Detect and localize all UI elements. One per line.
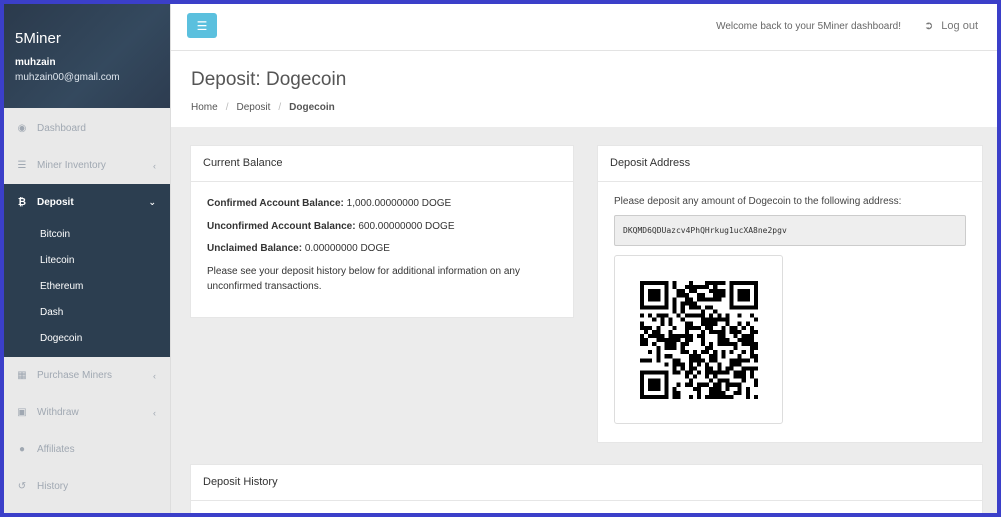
sidebar-item-label: Affiliates [37,444,75,455]
confirmed-balance-label: Confirmed Account Balance: [207,198,344,209]
sidebar-item-dashboard[interactable]: ◉ Dashboard [4,110,170,147]
unconfirmed-balance-label: Unconfirmed Account Balance: [207,220,356,232]
breadcrumb: Home / Deposit / Dogecoin [191,102,335,113]
username: muhzain [15,57,56,68]
sidebar: 5Miner muhzain muhzain00@gmail.com ◉ Das… [4,4,171,513]
submenu-item-dash[interactable]: Dash [4,299,170,325]
breadcrumb-home[interactable]: Home [191,102,218,113]
deposit-address-panel: Deposit Address Please deposit any amoun… [597,145,983,443]
user-email: muhzain00@gmail.com [15,72,120,83]
chevron-down-icon: ⌄ [148,197,156,207]
breadcrumb-separator: / [225,102,229,113]
welcome-message: Welcome back to your 5Miner dashboard! [716,21,901,32]
panel-title: Current Balance [191,146,573,182]
panel-body: Please deposit any amount of Dogecoin to… [598,182,982,438]
sidebar-nav: ◉ Dashboard ☰ Miner Inventory ‹ ₿ Deposi… [4,110,170,505]
list-icon: ☰ [17,160,27,171]
logout-label: Log out [941,19,978,32]
topbar: ☰ Welcome back to your 5Miner dashboard!… [171,4,997,51]
panel-title: Deposit History [191,465,982,501]
panel-title: Deposit Address [598,146,982,182]
current-balance-panel: Current Balance Confirmed Account Balanc… [190,145,574,318]
bitcoin-icon: ₿ [17,197,27,208]
users-icon: ● [18,444,26,455]
page-header: Deposit: Dogecoin Home / Deposit / Dogec… [171,51,997,127]
sidebar-item-purchase-miners[interactable]: ▦ Purchase Miners ‹ [4,357,170,394]
balance-note: Please see your deposit history below fo… [207,265,520,293]
sidebar-item-label: Purchase Miners [37,370,113,381]
table-icon: ▦ [17,370,27,381]
chevron-left-icon: ‹ [153,370,156,381]
deposit-submenu: Bitcoin Litecoin Ethereum Dash Dogecoin [4,221,170,357]
deposit-instruction: Please deposit any amount of Dogecoin to… [614,196,902,207]
sidebar-item-label: Withdraw [37,407,79,418]
breadcrumb-deposit[interactable]: Deposit [236,102,270,113]
unclaimed-balance-label: Unclaimed Balance: [207,243,303,254]
sidebar-item-affiliates[interactable]: ● Affiliates [4,431,170,468]
sidebar-item-deposit[interactable]: ₿ Deposit ⌄ [4,184,170,221]
submenu-item-bitcoin[interactable]: Bitcoin [4,221,170,247]
hamburger-icon: ☰ [196,18,208,33]
sidebar-item-withdraw[interactable]: ▣ Withdraw ‹ [4,394,170,431]
deposit-history-panel: Deposit History [190,464,983,513]
breadcrumb-current: Dogecoin [289,102,335,113]
qr-code-frame [614,255,783,424]
app-name: 5Miner [15,30,61,47]
sign-out-icon: ➲ [924,20,934,32]
dashboard-icon: ◉ [17,123,27,134]
qr-code-image [639,280,758,399]
sidebar-item-label: Dashboard [37,123,86,134]
confirmed-balance-value: 1,000.00000000 DOGE [346,198,452,209]
unconfirmed-balance-row: Unconfirmed Account Balance: 600.0000000… [207,219,557,235]
sidebar-item-label: History [37,481,69,492]
menu-toggle-button[interactable]: ☰ [187,13,217,38]
unclaimed-balance-value: 0.00000000 DOGE [304,243,390,254]
unclaimed-balance-row: Unclaimed Balance: 0.00000000 DOGE [207,241,557,257]
confirmed-balance-row: Confirmed Account Balance: 1,000.0000000… [207,196,557,212]
logout-link[interactable]: ➲ Log out [924,19,978,33]
sidebar-item-history[interactable]: ↺ History [4,468,170,505]
money-icon: ▣ [17,407,27,418]
sidebar-item-miner-inventory[interactable]: ☰ Miner Inventory ‹ [4,147,170,184]
history-icon: ↺ [17,481,27,492]
sidebar-profile: 5Miner muhzain muhzain00@gmail.com [4,4,170,108]
unconfirmed-balance-value: 600.00000000 DOGE [358,220,455,232]
chevron-left-icon: ‹ [153,407,156,418]
deposit-address-field[interactable]: DKQMD6QDUazcv4PhQHrkug1ucXA8ne2pgv [614,215,966,246]
submenu-item-litecoin[interactable]: Litecoin [4,247,170,273]
submenu-item-dogecoin[interactable]: Dogecoin [4,325,170,351]
chevron-left-icon: ‹ [153,160,156,171]
submenu-item-ethereum[interactable]: Ethereum [4,273,170,299]
sidebar-item-label: Miner Inventory [37,160,106,171]
breadcrumb-separator: / [278,102,282,113]
panel-body: Confirmed Account Balance: 1,000.0000000… [191,182,573,309]
page-title: Deposit: Dogecoin [191,69,347,90]
app-frame: 5Miner muhzain muhzain00@gmail.com ◉ Das… [4,4,997,513]
sidebar-item-label: Deposit [37,197,74,208]
